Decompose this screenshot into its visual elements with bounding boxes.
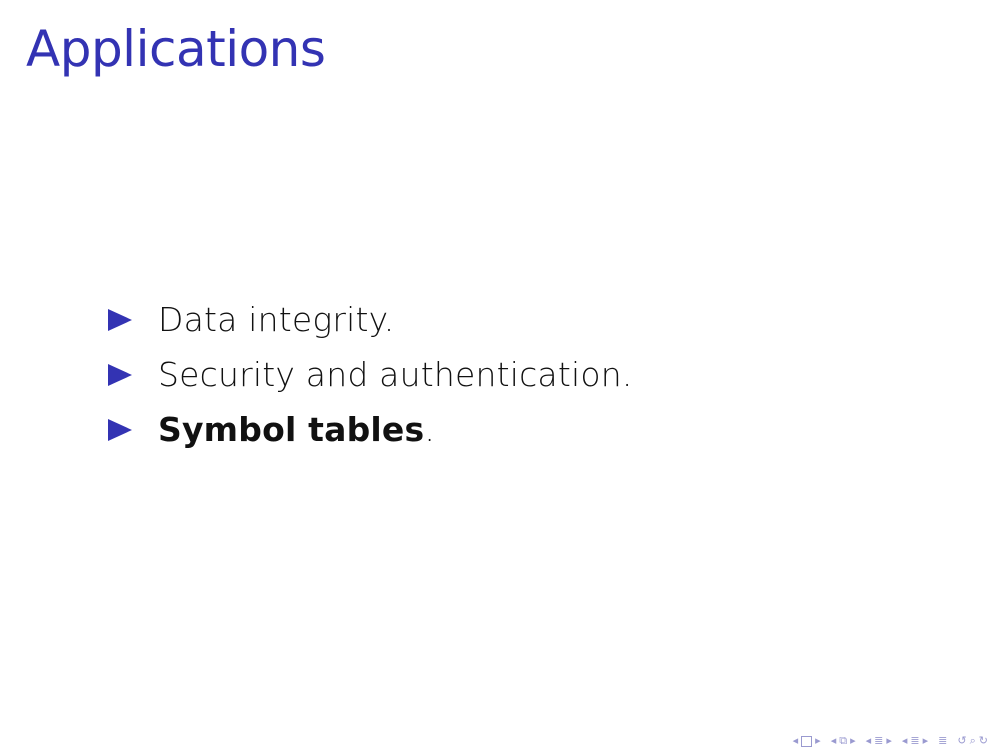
bullet-text-suffix: . bbox=[424, 410, 436, 449]
nav-next-frame-icon[interactable]: ▸ bbox=[850, 734, 856, 748]
nav-frame-icon[interactable]: ⧉ bbox=[839, 734, 847, 748]
nav-misc-group: ↺ ⌕ ↻ bbox=[957, 734, 988, 748]
nav-prev-slide-icon[interactable]: ◂ bbox=[793, 734, 799, 748]
nav-slide-group: ◂ ▸ bbox=[793, 734, 821, 748]
nav-search-icon[interactable]: ⌕ bbox=[970, 734, 976, 748]
nav-section-group: ◂ ≣ ▸ bbox=[902, 734, 928, 748]
beamer-navigation-bar: ◂ ▸ ◂ ⧉ ▸ ◂ ≣ ▸ ◂ ≣ ▸ ≣ ↺ ⌕ ↻ bbox=[785, 734, 988, 748]
bullet-item-data-integrity: Data integrity. bbox=[108, 292, 633, 347]
nav-prev-section-icon[interactable]: ◂ bbox=[902, 734, 908, 748]
nav-next-slide-icon[interactable]: ▸ bbox=[815, 734, 821, 748]
bullet-text: Data integrity. bbox=[158, 300, 395, 339]
nav-prev-frame-icon[interactable]: ◂ bbox=[831, 734, 837, 748]
bullet-list: Data integrity. Security and authenticat… bbox=[108, 292, 633, 457]
nav-prev-subsection-icon[interactable]: ◂ bbox=[866, 734, 872, 748]
nav-subsection-group: ◂ ≣ ▸ bbox=[866, 734, 892, 748]
bullet-text: Security and authentication. bbox=[158, 355, 633, 394]
nav-next-section-icon[interactable]: ▸ bbox=[923, 734, 929, 748]
slide: Applications Data integrity. Security an… bbox=[0, 0, 1008, 756]
nav-next-subsection-icon[interactable]: ▸ bbox=[886, 734, 892, 748]
nav-forward-icon[interactable]: ↻ bbox=[979, 734, 988, 748]
nav-section-icon[interactable]: ≣ bbox=[910, 734, 919, 748]
nav-document-group: ≣ bbox=[938, 734, 947, 748]
triangle-bullet-icon bbox=[108, 308, 132, 331]
nav-frame-group: ◂ ⧉ ▸ bbox=[831, 734, 856, 748]
bullet-item-security: Security and authentication. bbox=[108, 347, 633, 402]
triangle-bullet-icon bbox=[108, 363, 132, 386]
slide-title: Applications bbox=[26, 20, 326, 78]
nav-subsection-icon[interactable]: ≣ bbox=[874, 734, 883, 748]
triangle-bullet-icon bbox=[108, 418, 132, 441]
nav-document-icon[interactable]: ≣ bbox=[938, 734, 947, 748]
nav-slide-icon[interactable] bbox=[801, 735, 813, 747]
bullet-text-bold: Symbol tables bbox=[158, 410, 425, 449]
bullet-item-symbol-tables: Symbol tables. bbox=[108, 402, 633, 457]
nav-back-icon[interactable]: ↺ bbox=[957, 734, 966, 748]
